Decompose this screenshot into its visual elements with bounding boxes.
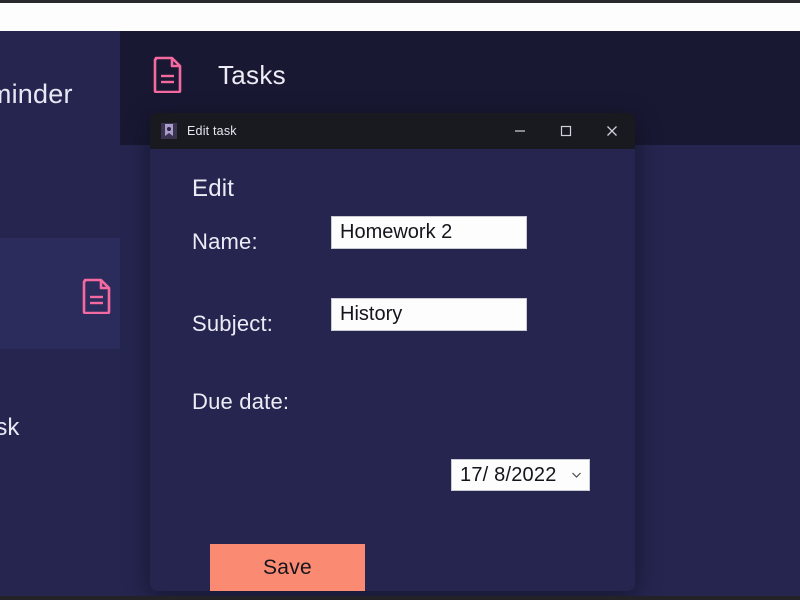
page-title: Tasks bbox=[218, 60, 286, 90]
close-button[interactable] bbox=[589, 113, 635, 149]
subject-label: Subject: bbox=[192, 311, 274, 336]
dialog-heading: Edit bbox=[192, 175, 235, 202]
name-label: Name: bbox=[192, 229, 258, 254]
sidebar-item-label-task[interactable]: Task bbox=[0, 414, 19, 442]
document-icon bbox=[153, 56, 183, 93]
subject-input[interactable] bbox=[331, 298, 527, 331]
maximize-button[interactable] bbox=[543, 113, 589, 149]
edit-task-dialog: Edit task Edit Name: Homework 2 Subject:… bbox=[150, 113, 635, 591]
screen: Reminder Task bbox=[0, 0, 800, 600]
window-controls bbox=[497, 113, 635, 149]
dialog-titlebar[interactable]: Edit task bbox=[150, 113, 635, 149]
app-bookmark-icon bbox=[161, 123, 177, 139]
window-bottom-edge bbox=[0, 596, 800, 600]
chevron-down-icon[interactable] bbox=[571, 470, 582, 481]
sidebar-brand-label: Reminder bbox=[0, 79, 73, 109]
dialog-title: Edit task bbox=[187, 124, 237, 138]
dialog-body: Edit Name: Subject: Due date: 17/ 8/2022 bbox=[150, 149, 635, 591]
minimize-button[interactable] bbox=[497, 113, 543, 149]
save-button[interactable]: Save bbox=[210, 544, 365, 591]
due-date-value: 17/ 8/2022 bbox=[460, 463, 557, 486]
browser-chrome-strip bbox=[0, 3, 800, 31]
sidebar: Reminder Task bbox=[0, 31, 120, 596]
document-icon bbox=[82, 278, 112, 314]
due-date-label: Due date: bbox=[192, 389, 290, 414]
app-window: Reminder Task bbox=[0, 31, 800, 596]
due-date-box[interactable]: 17/ 8/2022 bbox=[451, 459, 590, 491]
name-input[interactable] bbox=[331, 216, 527, 249]
